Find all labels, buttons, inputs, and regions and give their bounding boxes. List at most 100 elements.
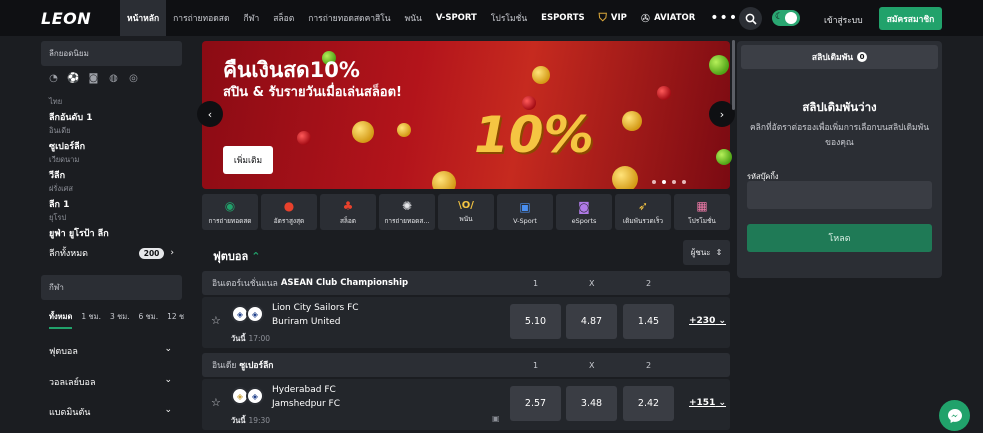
league-item[interactable]: ยุโรป ยูฟ่า ยูโรป้า ลีก xyxy=(49,212,109,240)
nav-live[interactable]: การถ่ายทอดสด xyxy=(166,0,236,36)
sidebar-category-badminton[interactable]: แบดมินตัน ⌄ xyxy=(49,405,172,419)
coin-graphic xyxy=(622,111,642,131)
banner-more-button[interactable]: เพิ่มเติม xyxy=(223,146,273,174)
time-tab-6h[interactable]: 6 ชม. xyxy=(139,311,159,329)
league-name: ลีก 1 xyxy=(49,200,70,210)
league-name: ยูฟ่า ยูโรป้า ลีก xyxy=(49,229,109,239)
propeller-icon: ✇ xyxy=(640,11,651,25)
leon-logo[interactable]: LEON xyxy=(0,0,120,36)
league-name: ASEAN Club Championship xyxy=(280,278,409,288)
tile-boost[interactable]: ● อัตราสูงสุด xyxy=(261,194,317,230)
market-select[interactable]: ผู้ชนะ ⇕ xyxy=(683,240,730,265)
tile-label: อัตราสูงสุด xyxy=(273,216,305,225)
login-link[interactable]: เข้าสู่ระบบ xyxy=(824,13,863,27)
sidebar-category-volleyball[interactable]: วอลเลย์บอล ⌄ xyxy=(49,375,172,389)
sidebar-category-football[interactable]: ฟุตบอล ⌄ xyxy=(49,344,172,358)
tile-promotions[interactable]: ▦ โปรโมชั่น xyxy=(674,194,730,230)
tile-quick-bets[interactable]: ➶ เดิมพันรวดเร็ว xyxy=(615,194,671,230)
bet-slip-empty-title: สลิปเดิมพันว่าง xyxy=(802,100,877,114)
esports-gamepad-icon[interactable]: ◙ xyxy=(88,73,99,84)
nav-promotions[interactable]: โปรโมชั่น xyxy=(484,0,534,36)
match-row[interactable]: ☆ ◈ ◈ Hyderabad FC Jamshedpur FC วันนี้ 19… xyxy=(202,379,730,430)
scrollbar[interactable] xyxy=(732,40,735,110)
carousel-dot[interactable] xyxy=(652,180,656,184)
time-tab-all[interactable]: ทั้งหมด xyxy=(49,311,73,329)
more-markets-link[interactable]: +230 ⌄ xyxy=(689,316,726,326)
sport-title-label: ฟุตบอล xyxy=(213,250,249,263)
league-item[interactable]: เวียดนาม วีลีก xyxy=(49,154,79,182)
star-icon[interactable]: ☆ xyxy=(211,396,221,409)
tile-betting[interactable]: \O/พนัน xyxy=(438,194,494,230)
moon-icon: ☾ xyxy=(775,12,784,22)
promo-banner[interactable]: คืนเงินสด10% สปิน & รับรายวันเมื่อเล่นสล… xyxy=(202,41,730,189)
play-circle-icon: ◉ xyxy=(224,198,236,213)
nav-sports[interactable]: กีฬา xyxy=(236,0,266,36)
sport-filter-icons: ◔ ⚽ ◙ ◍ ◎ xyxy=(48,73,139,84)
bet-slip-tab[interactable]: สลิปเดิมพัน 0 xyxy=(741,45,938,69)
nav-vsport[interactable]: V-SPORT xyxy=(429,0,484,36)
odds-draw-button[interactable]: 3.48 xyxy=(566,386,617,421)
league-item[interactable]: อินเดีย ซูเปอร์ลีก xyxy=(49,125,85,153)
chevron-right-icon: › xyxy=(719,107,725,121)
away-team: Jamshedpur FC xyxy=(272,399,341,409)
sport-section-title[interactable]: ฟุตบอล ⌃ xyxy=(213,247,260,265)
match-row[interactable]: ☆ ◈ ◈ Lion City Sailors FC Buriram United… xyxy=(202,297,730,348)
gift-icon: ▦ xyxy=(696,198,708,213)
col-away-label: 2 xyxy=(646,278,652,288)
theme-toggle[interactable]: ☾ xyxy=(772,10,800,26)
league-item[interactable]: ฝรั่งเศส ลีก 1 xyxy=(49,183,73,211)
bet-slip-empty-desc: คลิกที่อัตราต่อรองเพื่อเพิ่มการเลือกบนสล… xyxy=(749,123,930,148)
nav-esports[interactable]: ESPORTS xyxy=(534,0,591,36)
cherry-icon: ♣ xyxy=(342,198,354,213)
load-button[interactable]: โหลด xyxy=(747,224,932,252)
tile-esports[interactable]: ◙ eSports xyxy=(556,194,612,230)
carousel-dot[interactable] xyxy=(682,180,686,184)
favorites-icon[interactable]: ◔ xyxy=(48,73,59,84)
hockey-icon[interactable]: ◍ xyxy=(108,73,119,84)
football-icon[interactable]: ⚽ xyxy=(67,73,79,84)
nav-aviator[interactable]: ✇ AVIATOR xyxy=(634,0,702,36)
chevron-down-icon: ⌄ xyxy=(164,344,172,354)
carousel-dot[interactable] xyxy=(662,180,666,184)
carousel-dot[interactable] xyxy=(672,180,676,184)
category-label: ฟุตบอล xyxy=(49,347,78,357)
tile-slots[interactable]: ♣ สล็อต xyxy=(320,194,376,230)
nav-betting[interactable]: พนัน xyxy=(398,0,429,36)
time-tab-12h[interactable]: 12 ช xyxy=(167,311,184,329)
odds-away-button[interactable]: 1.45 xyxy=(623,304,674,339)
basketball-icon[interactable]: ◎ xyxy=(128,73,139,84)
tile-vsport[interactable]: ▣ V-Sport xyxy=(497,194,553,230)
league-item[interactable]: ไทย ลีกอันดับ 1 xyxy=(49,96,92,124)
tile-live-casino[interactable]: ✺ การถ่ายทอดส... xyxy=(379,194,435,230)
gamepad-icon: ◙ xyxy=(578,199,590,214)
nav-vip[interactable]: ⛉ VIP xyxy=(592,0,634,36)
match-time: วันนี้ 17:00 xyxy=(231,333,270,345)
nav-home[interactable]: หน้าหลัก xyxy=(120,0,167,36)
odds-draw-button[interactable]: 4.87 xyxy=(566,304,617,339)
banner-prev-button[interactable]: ‹ xyxy=(197,101,223,127)
league-header[interactable]: อินเดีย ซูเปอร์ลีก 1 X 2 xyxy=(202,353,730,377)
messenger-icon xyxy=(947,408,962,423)
nav-live-casino[interactable]: การถ่ายทอดสดคาสิโน xyxy=(301,0,397,36)
tile-live[interactable]: ◉ การถ่ายทอดสด xyxy=(202,194,258,230)
all-leagues-link[interactable]: ลีกทั้งหมด 200 › xyxy=(49,246,174,260)
league-name: วีลีก xyxy=(49,171,66,181)
chevron-right-icon: › xyxy=(170,248,174,258)
league-country: เวียดนาม xyxy=(49,155,80,164)
time-tab-3h[interactable]: 3 ชม. xyxy=(110,311,130,329)
time-tab-1h[interactable]: 1 ชม. xyxy=(81,311,101,329)
search-button[interactable] xyxy=(739,7,762,30)
booking-code-input[interactable] xyxy=(747,181,932,209)
more-markets-link[interactable]: +151 ⌄ xyxy=(689,398,726,408)
nav-slots[interactable]: สล็อต xyxy=(266,0,301,36)
tile-label: การถ่ายทอดสด xyxy=(208,216,252,225)
odds-home-button[interactable]: 5.10 xyxy=(510,304,561,339)
league-header[interactable]: อินเตอร์เนชั่นแนล ASEAN Club Championship… xyxy=(202,271,730,295)
signup-button[interactable]: สมัครสมาชิก xyxy=(879,7,942,30)
star-icon[interactable]: ☆ xyxy=(211,314,221,327)
odds-home-button[interactable]: 2.57 xyxy=(510,386,561,421)
odds-away-button[interactable]: 2.42 xyxy=(623,386,674,421)
chat-button[interactable] xyxy=(939,400,970,431)
all-leagues-count: 200 xyxy=(138,247,165,259)
coin-graphic xyxy=(432,171,456,189)
